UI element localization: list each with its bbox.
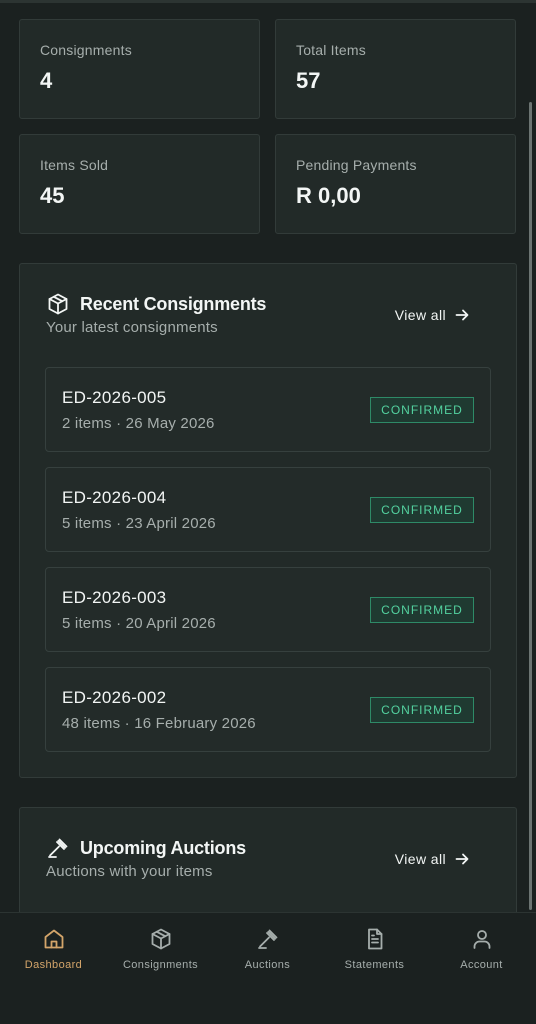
package-icon bbox=[48, 293, 68, 315]
top-divider bbox=[0, 0, 536, 3]
scrollbar[interactable] bbox=[529, 102, 532, 910]
consignment-meta: 2 items · 26 May 2026 bbox=[62, 415, 215, 432]
nav-label: Account bbox=[460, 959, 503, 971]
nav-label: Consignments bbox=[122, 959, 199, 971]
stat-items-sold: Items Sold 45 bbox=[19, 134, 260, 234]
consignment-meta: 5 items · 20 April 2026 bbox=[62, 615, 216, 632]
bottom-navigation: Dashboard Consignments Auctions Statemen… bbox=[0, 912, 536, 1024]
nav-label: Statements bbox=[344, 959, 405, 971]
card-title: Upcoming Auctions bbox=[80, 838, 246, 858]
consignment-id: ED-2026-003 bbox=[62, 588, 167, 607]
document-icon bbox=[367, 928, 382, 950]
consignment-id: ED-2026-002 bbox=[62, 688, 167, 707]
recent-consignments-card: Recent Consignments Your latest consignm… bbox=[19, 263, 517, 778]
consignment-id: ED-2026-004 bbox=[62, 488, 167, 507]
arrow-right-icon bbox=[455, 309, 469, 321]
stat-label: Consignments bbox=[40, 42, 132, 58]
view-all-consignments-link[interactable]: View all bbox=[395, 307, 470, 323]
nav-dashboard[interactable]: Dashboard bbox=[0, 927, 107, 971]
gavel-icon bbox=[257, 929, 277, 949]
consignment-meta: 48 items · 16 February 2026 bbox=[62, 715, 256, 732]
consignment-row[interactable]: ED-2026-005 2 items · 26 May 2026 CONFIR… bbox=[45, 367, 491, 452]
user-icon bbox=[473, 930, 490, 949]
stat-consignments: Consignments 4 bbox=[19, 19, 260, 119]
nav-account[interactable]: Account bbox=[428, 927, 535, 971]
home-icon bbox=[44, 929, 63, 949]
nav-consignments[interactable]: Consignments bbox=[107, 927, 214, 971]
nav-label: Auctions bbox=[244, 959, 291, 971]
nav-statements[interactable]: Statements bbox=[321, 927, 428, 971]
view-all-label: View all bbox=[394, 851, 446, 867]
stat-label: Items Sold bbox=[40, 157, 109, 173]
consignment-meta: 5 items · 23 April 2026 bbox=[62, 515, 216, 532]
stat-label: Pending Payments bbox=[296, 157, 417, 173]
nav-label: Dashboard bbox=[24, 959, 83, 971]
stat-total-items: Total Items 57 bbox=[275, 19, 516, 119]
status-badge: CONFIRMED bbox=[370, 397, 474, 423]
upcoming-auctions-card: Upcoming Auctions Auctions with your ite… bbox=[19, 807, 517, 927]
consignment-row[interactable]: ED-2026-004 5 items · 23 April 2026 CONF… bbox=[45, 467, 491, 552]
card-subtitle: Your latest consignments bbox=[46, 319, 218, 336]
view-all-label: View all bbox=[394, 307, 446, 323]
stat-value: 45 bbox=[40, 183, 65, 208]
consignment-row[interactable]: ED-2026-003 5 items · 20 April 2026 CONF… bbox=[45, 567, 491, 652]
view-all-auctions-link[interactable]: View all bbox=[395, 851, 470, 867]
stat-label: Total Items bbox=[296, 42, 366, 58]
consignment-row[interactable]: ED-2026-002 48 items · 16 February 2026 … bbox=[45, 667, 491, 752]
gavel-icon bbox=[48, 838, 68, 858]
stat-value: 4 bbox=[40, 68, 53, 93]
status-badge: CONFIRMED bbox=[370, 497, 474, 523]
nav-auctions[interactable]: Auctions bbox=[214, 927, 321, 971]
package-icon bbox=[151, 928, 170, 950]
stat-value: R 0,00 bbox=[296, 183, 361, 208]
stat-pending-payments: Pending Payments R 0,00 bbox=[275, 134, 516, 234]
status-badge: CONFIRMED bbox=[370, 697, 474, 723]
status-badge: CONFIRMED bbox=[370, 597, 474, 623]
card-subtitle: Auctions with your items bbox=[46, 863, 213, 880]
consignment-id: ED-2026-005 bbox=[62, 388, 167, 407]
card-title: Recent Consignments bbox=[80, 294, 267, 314]
arrow-right-icon bbox=[455, 853, 469, 865]
stat-value: 57 bbox=[296, 68, 321, 93]
